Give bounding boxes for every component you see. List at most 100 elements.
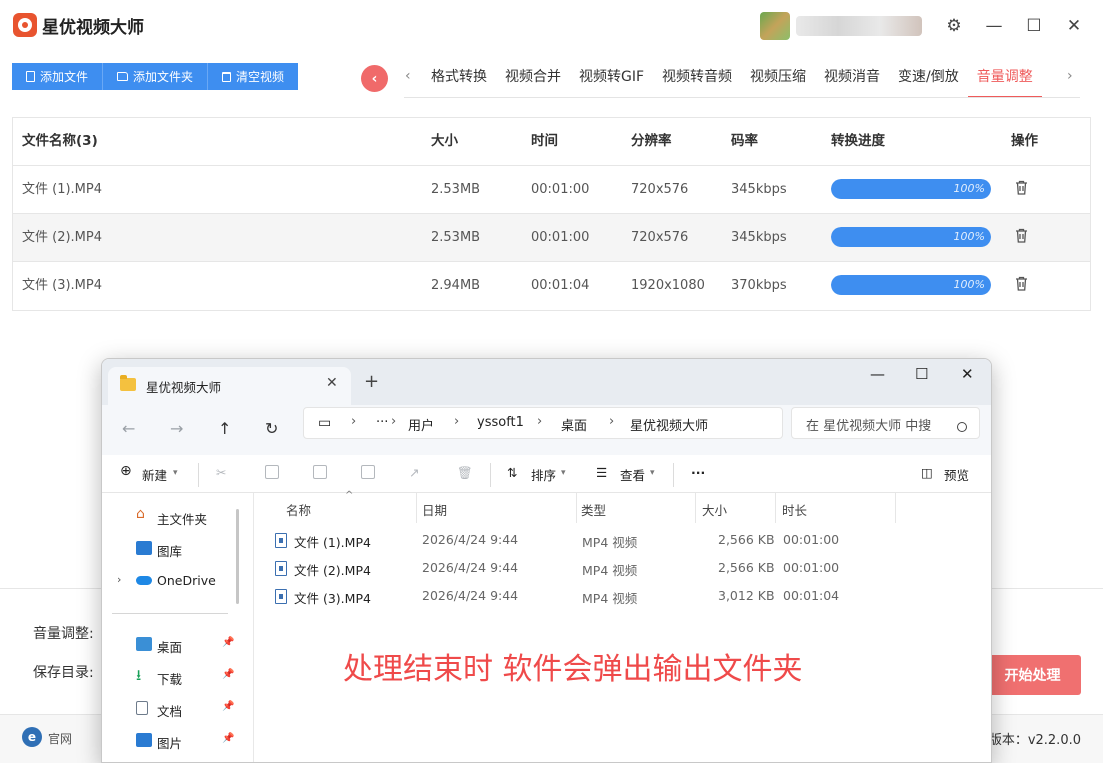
delete-icon[interactable]: 🗑 <box>457 465 473 481</box>
copy-icon[interactable] <box>265 465 279 479</box>
explorer-window: 星优视频大师 ✕ + — ☐ ✕ ← → ↑ ↻ ▭ › ··· › 用户 › … <box>101 358 992 763</box>
preview-pane-icon[interactable]: ◫ <box>921 465 933 480</box>
new-tab-icon[interactable]: + <box>364 371 379 392</box>
back-arrow-icon[interactable]: ← <box>122 419 135 438</box>
settings-icon[interactable]: ⚙ <box>940 12 968 40</box>
add-folder-button[interactable]: 添加文件夹 <box>103 63 209 90</box>
sidebar-item-gallery[interactable]: 图库 <box>102 533 238 563</box>
more-options-icon[interactable]: ··· <box>691 465 705 480</box>
tab-video-to-gif[interactable]: 视频转GIF <box>570 58 653 98</box>
ie-logo-icon[interactable]: e <box>22 727 42 747</box>
pin-icon[interactable]: 📌 <box>222 637 234 648</box>
refresh-icon[interactable]: ↻ <box>265 419 278 438</box>
up-arrow-icon[interactable]: ↑ <box>218 419 231 438</box>
plus-circle-icon[interactable]: ⊕ <box>120 463 132 479</box>
delete-icon[interactable] <box>1015 228 1028 243</box>
minimize-icon[interactable]: — <box>980 12 1008 40</box>
tab-format-convert[interactable]: 格式转换 <box>422 58 496 98</box>
table-row[interactable]: 文件 (3).MP4 2.94MB 00:01:04 1920x1080 370… <box>13 262 1090 310</box>
table-header: 文件名称(3) 大小 时间 分辨率 码率 转换进度 操作 <box>13 118 1090 166</box>
tab-video-compress[interactable]: 视频压缩 <box>741 58 815 98</box>
col-header-date[interactable]: 日期 <box>422 500 447 519</box>
tab-close-icon[interactable]: ✕ <box>326 375 338 391</box>
tab-scroll-left-icon[interactable]: ‹ <box>405 68 411 84</box>
delete-icon[interactable] <box>1015 276 1028 291</box>
tab-scroll-right-icon[interactable]: › <box>1067 68 1073 84</box>
view-list-icon[interactable]: ☰ <box>596 465 607 480</box>
column-separator[interactable] <box>416 493 417 523</box>
maximize-icon[interactable]: ☐ <box>1020 12 1048 40</box>
clear-video-button[interactable]: 清空视频 <box>208 63 299 90</box>
sidebar-item-desktop[interactable]: 桌面 📌 <box>102 629 238 659</box>
sort-button[interactable]: 排序 <box>531 465 556 484</box>
col-header-name[interactable]: 名称 <box>286 500 311 519</box>
column-separator[interactable] <box>775 493 776 523</box>
explorer-tabbar: 星优视频大师 ✕ + — ☐ ✕ <box>102 359 991 405</box>
sort-icon[interactable]: ⇅ <box>507 465 517 480</box>
chevron-right-icon[interactable]: › <box>117 573 121 586</box>
close-icon[interactable]: ✕ <box>961 365 974 383</box>
feature-tabs: 格式转换 视频合并 视频转GIF 视频转音频 视频压缩 视频消音 变速/倒放 音… <box>422 58 1042 98</box>
col-header-duration[interactable]: 时长 <box>782 500 807 519</box>
video-file-icon <box>275 561 287 576</box>
column-separator[interactable] <box>576 493 577 523</box>
tab-video-mute[interactable]: 视频消音 <box>815 58 889 98</box>
paste-icon[interactable] <box>313 465 327 479</box>
sidebar-item-documents[interactable]: 文档 📌 <box>102 693 238 723</box>
share-icon[interactable]: ↗ <box>409 465 419 480</box>
pin-icon[interactable]: 📌 <box>222 733 234 744</box>
table-row[interactable]: 文件 (2).MP4 2.53MB 00:01:00 720x576 345kb… <box>13 214 1090 262</box>
explorer-search-input[interactable]: 在 星优视频大师 中搜 <box>791 407 980 439</box>
pin-icon[interactable]: 📌 <box>222 701 234 712</box>
breadcrumb-ellipsis[interactable]: ··· <box>376 415 388 430</box>
delete-icon[interactable] <box>1015 180 1028 195</box>
cmd-separator <box>490 463 491 487</box>
breadcrumb-folder[interactable]: 星优视频大师 <box>630 415 708 434</box>
search-icon[interactable] <box>957 422 967 432</box>
maximize-icon[interactable]: ☐ <box>915 365 928 383</box>
preview-button[interactable]: 预览 <box>944 465 969 484</box>
website-link[interactable]: 官网 <box>48 730 72 747</box>
tab-video-merge[interactable]: 视频合并 <box>496 58 570 98</box>
sidebar-scrollbar[interactable] <box>236 509 239 604</box>
breadcrumb-users[interactable]: 用户 <box>408 415 434 434</box>
col-header-type[interactable]: 类型 <box>581 500 606 519</box>
tab-video-to-audio[interactable]: 视频转音频 <box>653 58 741 98</box>
tab-volume-adjust[interactable]: 音量调整 <box>967 58 1042 98</box>
col-header-size[interactable]: 大小 <box>702 500 727 519</box>
progress-text: 100% <box>953 278 985 291</box>
pin-icon[interactable]: 📌 <box>222 669 234 680</box>
explorer-tab[interactable]: 星优视频大师 ✕ <box>108 367 351 405</box>
file-type: MP4 视频 <box>582 591 638 606</box>
forward-arrow-icon[interactable]: → <box>170 419 183 438</box>
cut-icon[interactable]: ✂ <box>216 465 226 480</box>
file-row[interactable]: 文件 (1).MP4 2026/4/24 9:44 MP4 视频 2,566 K… <box>254 526 991 554</box>
tab-speed-reverse[interactable]: 变速/倒放 <box>889 58 968 98</box>
view-button[interactable]: 查看 <box>620 465 645 484</box>
breadcrumb-yssoft1[interactable]: yssoft1 <box>477 415 524 430</box>
table-row[interactable]: 文件 (1).MP4 2.53MB 00:01:00 720x576 345kb… <box>13 166 1090 214</box>
chevron-right-icon: › <box>351 414 357 429</box>
back-circle-icon[interactable]: ‹ <box>361 65 388 92</box>
breadcrumb-desktop[interactable]: 桌面 <box>561 415 587 434</box>
start-process-button[interactable]: 开始处理 <box>984 655 1081 695</box>
sidebar-item-home[interactable]: ⌂ 主文件夹 <box>102 501 238 531</box>
user-avatar[interactable] <box>760 12 790 40</box>
sidebar-item-onedrive[interactable]: › OneDrive <box>102 565 238 595</box>
file-time: 00:01:04 <box>531 278 590 293</box>
address-bar[interactable]: ▭ › ··· › 用户 › yssoft1 › 桌面 › 星优视频大师 <box>303 407 783 439</box>
home-icon: ⌂ <box>136 506 145 522</box>
progress-bar: 100% <box>831 275 991 295</box>
file-row[interactable]: 文件 (3).MP4 2026/4/24 9:44 MP4 视频 3,012 K… <box>254 582 991 610</box>
file-row[interactable]: 文件 (2).MP4 2026/4/24 9:44 MP4 视频 2,566 K… <box>254 554 991 582</box>
sidebar-item-downloads[interactable]: ⭳ 下载 📌 <box>102 661 238 691</box>
minimize-icon[interactable]: — <box>870 365 885 383</box>
add-file-button[interactable]: 添加文件 <box>12 63 104 90</box>
new-button[interactable]: 新建 <box>142 465 167 484</box>
explorer-tab-title: 星优视频大师 <box>146 380 222 395</box>
sidebar-item-pictures[interactable]: 图片 📌 <box>102 725 238 755</box>
rename-icon[interactable] <box>361 465 375 479</box>
column-separator[interactable] <box>695 493 696 523</box>
close-icon[interactable]: ✕ <box>1060 12 1088 40</box>
column-separator[interactable] <box>895 493 896 523</box>
